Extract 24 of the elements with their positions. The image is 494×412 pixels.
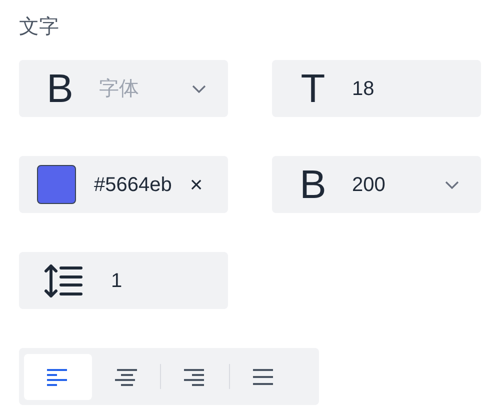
bold-icon: B — [45, 68, 75, 108]
input-value: 1 — [111, 268, 122, 294]
color-swatch[interactable] — [37, 165, 76, 204]
input-value: 18 — [352, 76, 374, 102]
select-value: 200 — [352, 172, 386, 198]
line-height-icon — [43, 262, 83, 298]
section-title: 文字 — [19, 13, 60, 40]
align-tab[interactable] — [24, 354, 92, 400]
align-left-icon — [47, 368, 69, 386]
select-field[interactable]: B 字体 — [19, 60, 228, 117]
select-placeholder: 字体 — [99, 76, 140, 102]
input-field[interactable]: 1 — [19, 252, 228, 309]
chevron-down-icon — [445, 180, 459, 188]
text-size-icon: T — [298, 68, 328, 108]
align-right-icon — [184, 368, 206, 386]
color-field[interactable]: #5664eb × — [19, 156, 228, 213]
align-center-icon — [115, 368, 137, 386]
bold-icon: B — [298, 164, 328, 204]
color-value: #5664eb — [94, 172, 172, 198]
select-field[interactable]: B 200 — [272, 156, 481, 213]
align-justify-icon — [253, 368, 275, 386]
chevron-down-icon — [192, 84, 206, 92]
input-field[interactable]: T 18 — [272, 60, 481, 117]
clear-icon[interactable]: × — [190, 174, 203, 196]
